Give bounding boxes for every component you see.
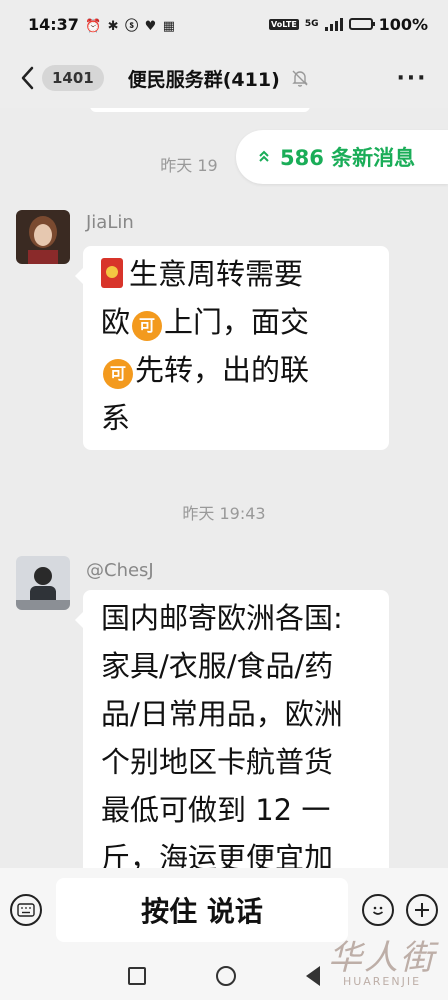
timestamp-2: 昨天 19:43 [182, 504, 266, 523]
status-bar: 14:37 ⏰ ✱ ⓢ ♥ ▦ VoLTE 5G 100% [0, 0, 448, 48]
network-gen-label: 5G [304, 19, 319, 29]
ke-coin-icon: 可 [103, 359, 133, 389]
ke-coin-icon: 可 [132, 311, 163, 341]
message-line: 系 [101, 394, 373, 442]
status-time: 14:37 [28, 14, 79, 34]
plus-icon[interactable] [406, 894, 438, 926]
message-line: 欧可上门，面交 [101, 298, 373, 346]
new-messages-label: 586 条新消息 [280, 146, 416, 170]
message-text: 生意周转需要 [129, 257, 304, 291]
watermark-cn: 华人街 [328, 938, 436, 978]
message-line: 最低可做到 12 一 [101, 786, 373, 834]
more-options-button[interactable]: ··· [392, 66, 432, 91]
message-text: 品/日常用品，欧洲 [101, 697, 343, 731]
double-chevron-up-icon [258, 149, 270, 166]
sender-name: JiaLin [86, 212, 134, 233]
avatar-jialin[interactable] [16, 210, 70, 264]
back-triangle-icon[interactable] [306, 966, 320, 986]
message-text: 欧 [101, 305, 131, 339]
watermark-logo: 华人街 HUARENJIE [328, 930, 436, 988]
status-left: 14:37 ⏰ ✱ ⓢ ♥ ▦ [28, 15, 176, 34]
red-packet-icon [101, 258, 123, 288]
message-text: 斤，海运更便宜加 [101, 841, 334, 868]
message-line: 斤，海运更便宜加 [101, 834, 373, 868]
previous-message-partial [90, 108, 310, 112]
message-text: 上门，面交 [164, 305, 310, 339]
new-messages-button[interactable]: 586 条新消息 [236, 130, 448, 184]
message-text: 家具/衣服/食品/药 [101, 649, 334, 683]
battery-icon [348, 18, 375, 30]
mute-bell-icon [290, 68, 310, 88]
unread-count-badge[interactable]: 1401 [42, 65, 104, 91]
status-right: VoLTE 5G 100% [268, 14, 428, 34]
chat-title: 便民服务群(411) [127, 68, 280, 91]
volte-icon: VoLTE [268, 18, 299, 30]
watermark-en: HUARENJIE [342, 975, 422, 988]
home-icon[interactable] [216, 966, 236, 986]
message-line: 个别地区卡航普货 [101, 738, 373, 786]
message-bubble[interactable]: 国内邮寄欧洲各国: 家具/衣服/食品/药 品/日常用品，欧洲 个别地区卡航普货 最低可做… [75, 590, 389, 868]
status-icons: ⏰ ✱ ⓢ ♥ ▦ [84, 18, 177, 34]
message-line: 国内邮寄欧洲各国: [101, 594, 373, 642]
message-line: 生意周转需要 [101, 250, 373, 298]
message-text: 个别地区卡航普货 [101, 745, 334, 779]
chat-area[interactable]: 昨天 19 586 条新消息 JiaLin 生意周转需要欧可上门，面交可先转，出… [0, 108, 448, 868]
message-text: 最低可做到 12 一 [101, 793, 331, 827]
message-line: 家具/衣服/食品/药 [101, 642, 373, 690]
battery-percent: 100% [378, 14, 428, 34]
hold-to-talk-button[interactable]: 按住 说话 [56, 878, 348, 942]
emoji-icon[interactable] [362, 894, 394, 926]
chat-header: 1401 便民服务群(411) ··· [0, 48, 448, 108]
input-right-icons [362, 894, 438, 926]
signal-icon [324, 17, 343, 31]
recent-apps-icon[interactable] [128, 967, 146, 985]
keyboard-icon[interactable] [10, 894, 42, 926]
avatar-chesj[interactable] [16, 556, 70, 610]
message-text: 先转，出的联 [135, 353, 310, 387]
message-line: 品/日常用品，欧洲 [101, 690, 373, 738]
sender-name: @ChesJ [86, 560, 154, 581]
message-text: 系 [101, 401, 131, 435]
message-bubble[interactable]: 生意周转需要欧可上门，面交可先转，出的联系 [75, 246, 389, 450]
message-line: 可先转，出的联 [101, 346, 373, 394]
message-text: 国内邮寄欧洲各国: [101, 601, 343, 635]
back-arrow-icon[interactable] [16, 63, 38, 93]
